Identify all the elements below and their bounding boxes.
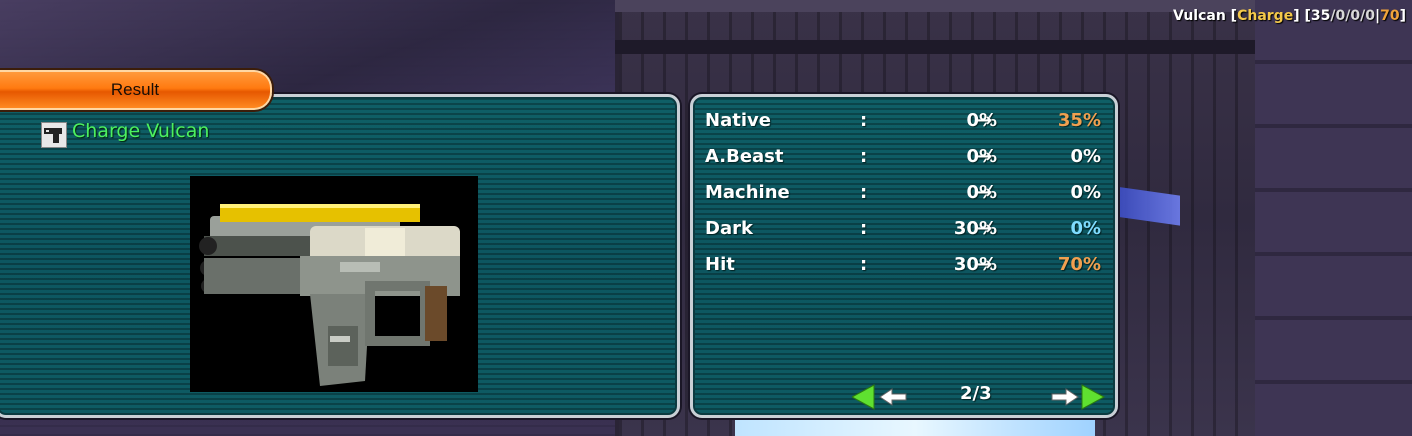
stat-label: Machine (705, 182, 790, 203)
stat-colon: : (860, 218, 868, 239)
stat-label: Dark (705, 218, 753, 239)
stat-colon: : (860, 182, 868, 203)
stat-label: Hit (705, 254, 735, 275)
status-grind: Charge (1237, 8, 1294, 24)
weapon-status-readout: Vulcan [Charge] [35/0/0/0|70] (1172, 8, 1406, 24)
status-stat-native: 35 (1310, 8, 1331, 24)
background-screen (735, 420, 1095, 436)
previous-page-button[interactable] (850, 384, 908, 414)
status-weapon: Vulcan (1172, 8, 1226, 24)
vulcan-gun-render (199, 204, 460, 386)
stat-to: 70% (1057, 254, 1101, 275)
stat-row-machine: Machine : 0% → 0% (705, 182, 1101, 208)
previous-arrow-icon (850, 384, 907, 410)
arrow-icon: → (977, 182, 993, 203)
stat-to: 35% (1057, 110, 1101, 131)
arrow-icon: → (977, 254, 993, 275)
stat-to: 0% (1070, 146, 1101, 167)
page-indicator: 2/3 (960, 383, 992, 404)
stat-label: A.Beast (705, 146, 784, 167)
next-page-button[interactable] (1050, 384, 1106, 414)
status-stat-hit: 70 (1380, 8, 1400, 24)
next-arrow-icon (1051, 384, 1106, 410)
arrow-icon: → (977, 218, 993, 239)
stat-row-abeast: A.Beast : 0% → 0% (705, 146, 1101, 172)
background-gate-top (615, 0, 1255, 12)
stat-row-dark: Dark : 30% → 0% (705, 218, 1101, 244)
arrow-icon: → (977, 146, 993, 167)
status-stat-abeast: 0 (1335, 8, 1346, 24)
item-name: Charge Vulcan (72, 120, 210, 142)
result-tab-label: Result (110, 80, 160, 99)
stat-to: 0% (1070, 218, 1101, 239)
stat-colon: : (860, 110, 868, 131)
stat-colon: : (860, 254, 868, 275)
handgun-icon (41, 122, 67, 148)
background-right-wall (1255, 0, 1412, 436)
result-tab: Result (0, 70, 272, 110)
background-gate-bar (615, 40, 1255, 54)
status-stat-machine: 0 (1350, 8, 1361, 24)
stat-row-hit: Hit : 30% → 70% (705, 254, 1101, 280)
arrow-icon: → (977, 110, 993, 131)
stat-label: Native (705, 110, 771, 131)
stat-to: 0% (1070, 182, 1101, 203)
stat-colon: : (860, 146, 868, 167)
stat-row-native: Native : 0% → 35% (705, 110, 1101, 136)
weapon-preview-image (190, 176, 478, 392)
status-stat-dark: 0 (1365, 8, 1375, 24)
